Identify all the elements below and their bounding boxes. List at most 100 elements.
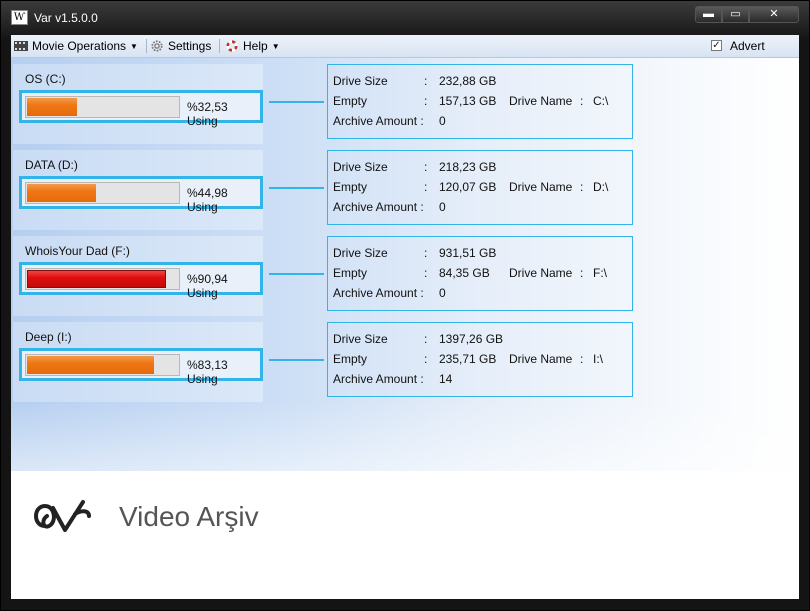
drive-name: OS (C:): [25, 72, 66, 86]
drive-size-label: Drive Size: [333, 332, 388, 346]
menu-separator: [146, 39, 147, 53]
chevron-down-icon: ▼: [271, 42, 280, 51]
menu-movie-operations-label: Movie Operations: [32, 39, 127, 53]
drive-name: WhoisYour Dad (F:): [25, 244, 130, 258]
close-button[interactable]: ✕: [749, 6, 799, 23]
empty-label: Empty: [333, 180, 368, 194]
drive-usage-panel: Deep (I:) %83,13 Using: [13, 322, 263, 402]
usage-percent-text: %44,98 Using: [187, 186, 228, 214]
archive-amount-value: 0: [439, 114, 446, 128]
usage-box: %83,13 Using: [19, 348, 263, 386]
drive-name-label: Drive Name: [509, 352, 573, 366]
drive-row: WhoisYour Dad (F:) %90,94 Using Drive Size…: [11, 236, 799, 322]
drive-info-box: Drive Size:232,88 GB Empty:157,13 GB Drive…: [327, 64, 633, 139]
usage-progress-bar: [25, 96, 180, 118]
usage-progress-fill: [27, 98, 77, 116]
colon-separator: :: [424, 94, 428, 108]
drive-letter-value: I:\: [593, 352, 604, 366]
gear-icon: [151, 40, 163, 52]
connector-line: [269, 359, 324, 361]
drive-usage-panel: WhoisYour Dad (F:) %90,94 Using: [13, 236, 263, 316]
empty-value: 157,13 GB: [439, 94, 497, 108]
footer-banner: Video Arşiv: [11, 471, 799, 599]
usage-progress-fill: [27, 270, 166, 288]
usage-box: %44,98 Using: [19, 176, 263, 214]
menu-settings[interactable]: Settings: [150, 38, 211, 54]
menu-bar: Movie Operations ▼ Settings Help ▼ ✓ Adver…: [11, 35, 799, 58]
drive-name: DATA (D:): [25, 158, 78, 172]
usage-progress-fill: [27, 184, 96, 202]
drive-size-value: 931,51 GB: [439, 246, 497, 260]
drive-letter-value: C:\: [593, 94, 609, 108]
menu-help[interactable]: Help ▼: [225, 38, 280, 54]
colon-separator: :: [424, 74, 428, 88]
drive-usage-panel: OS (C:) %32,53 Using: [13, 64, 263, 144]
film-strip-icon: [14, 41, 28, 51]
advert-label: Advert: [730, 39, 765, 53]
drive-name: Deep (I:): [25, 330, 72, 344]
drive-size-value: 1397,26 GB: [439, 332, 504, 346]
drive-info-box: Drive Size:218,23 GB Empty:120,07 GB Drive…: [327, 150, 633, 225]
drive-size-label: Drive Size: [333, 74, 388, 88]
usage-progress-bar: [25, 182, 180, 204]
drive-size-value: 218,23 GB: [439, 160, 497, 174]
menu-separator: [219, 39, 220, 53]
archive-amount-label: Archive Amount :: [333, 114, 424, 128]
archive-amount-value: 0: [439, 200, 446, 214]
colon-separator: :: [424, 160, 428, 174]
archive-amount-label: Archive Amount :: [333, 200, 424, 214]
drive-letter-value: D:\: [593, 180, 609, 194]
archive-amount-value: 14: [439, 372, 453, 386]
drive-size-label: Drive Size: [333, 246, 388, 260]
colon-separator: :: [580, 180, 584, 194]
usage-box: %32,53 Using: [19, 90, 263, 128]
connector-line: [269, 101, 324, 103]
archive-amount-label: Archive Amount :: [333, 286, 424, 300]
brand-logo-icon: [34, 500, 91, 532]
empty-value: 120,07 GB: [439, 180, 497, 194]
menu-movie-operations[interactable]: Movie Operations ▼: [14, 38, 138, 54]
colon-separator: :: [424, 266, 428, 280]
colon-separator: :: [580, 352, 584, 366]
drive-usage-panel: DATA (D:) %44,98 Using: [13, 150, 263, 230]
drive-size-label: Drive Size: [333, 160, 388, 174]
title-bar[interactable]: Ⱳ Var v1.5.0.0 ▬ ▭ ✕: [1, 1, 809, 33]
usage-percent-text: %32,53 Using: [187, 100, 228, 128]
drive-size-value: 232,88 GB: [439, 74, 497, 88]
maximize-button[interactable]: ▭: [722, 6, 749, 23]
colon-separator: :: [580, 266, 584, 280]
drive-row: OS (C:) %32,53 Using Drive Size:232,88 GB E…: [11, 64, 799, 150]
drive-name-label: Drive Name: [509, 180, 573, 194]
archive-amount-value: 0: [439, 286, 446, 300]
minimize-button[interactable]: ▬: [695, 6, 722, 23]
app-logo-icon: Ⱳ: [11, 10, 28, 25]
colon-separator: :: [424, 332, 428, 346]
connector-line: [269, 273, 324, 275]
chevron-down-icon: ▼: [130, 42, 138, 51]
drive-name-label: Drive Name: [509, 94, 573, 108]
drive-info-box: Drive Size:931,51 GB Empty:84,35 GB Drive …: [327, 236, 633, 311]
colon-separator: :: [424, 246, 428, 260]
empty-value: 84,35 GB: [439, 266, 490, 280]
empty-label: Empty: [333, 352, 368, 366]
app-window: Ⱳ Var v1.5.0.0 ▬ ▭ ✕ Movie Operations ▼ S…: [0, 0, 810, 611]
usage-percent-text: %83,13 Using: [187, 358, 228, 386]
client-area: Movie Operations ▼ Settings Help ▼ ✓ Adver…: [11, 35, 799, 599]
drive-name-label: Drive Name: [509, 266, 573, 280]
drives-panel: OS (C:) %32,53 Using Drive Size:232,88 GB E…: [11, 58, 799, 471]
colon-separator: :: [424, 180, 428, 194]
window-title: Var v1.5.0.0: [34, 11, 98, 25]
menu-help-label: Help: [243, 39, 268, 53]
usage-box: %90,94 Using: [19, 262, 263, 300]
advert-checkbox[interactable]: ✓: [711, 40, 722, 51]
lifebuoy-icon: [226, 40, 238, 52]
connector-line: [269, 187, 324, 189]
drive-info-box: Drive Size:1397,26 GB Empty:235,71 GB Driv…: [327, 322, 633, 397]
usage-percent-text: %90,94 Using: [187, 272, 228, 300]
drive-row: Deep (I:) %83,13 Using Drive Size:1397,26 …: [11, 322, 799, 408]
empty-label: Empty: [333, 266, 368, 280]
usage-progress-bar: [25, 354, 180, 376]
usage-progress-fill: [27, 356, 154, 374]
colon-separator: :: [424, 352, 428, 366]
colon-separator: :: [580, 94, 584, 108]
